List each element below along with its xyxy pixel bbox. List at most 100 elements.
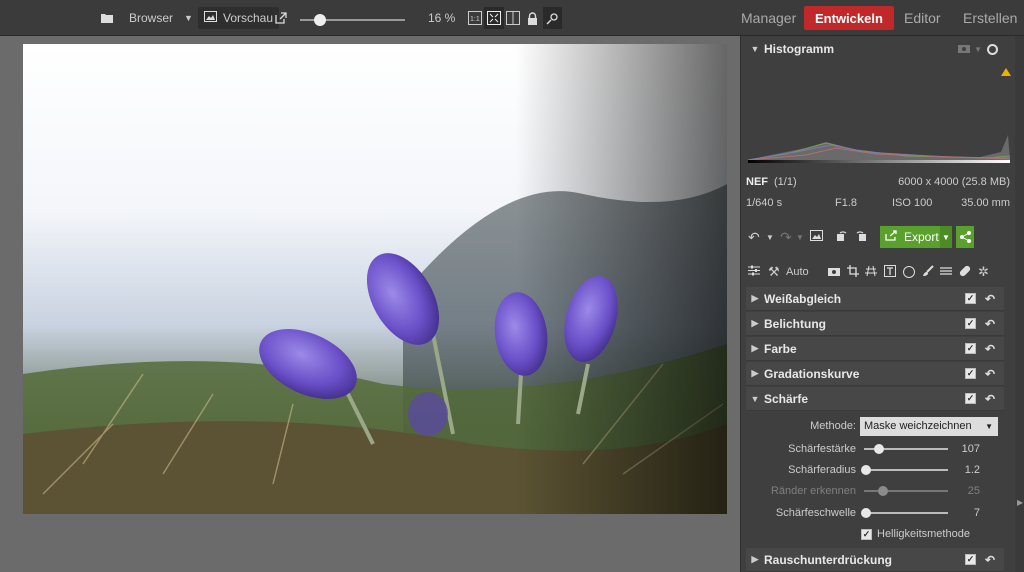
rotate-right-icon[interactable] [854, 229, 867, 245]
share-button[interactable] [956, 226, 974, 248]
rotate-left-icon[interactable] [836, 229, 849, 245]
slider-value: 25 [967, 485, 980, 497]
gradient-filter-icon[interactable] [940, 265, 952, 280]
reset-icon[interactable]: ↶ [985, 367, 995, 381]
image-compare-icon[interactable] [810, 230, 823, 244]
image-icon [204, 11, 217, 25]
healing-icon[interactable] [959, 265, 971, 280]
enable-checkbox[interactable]: ✓ [965, 393, 976, 404]
share-out-icon [885, 230, 898, 244]
section-label: Rauschunterdrückung [764, 552, 893, 567]
enable-checkbox[interactable]: ✓ [965, 368, 976, 379]
fit-screen-icon[interactable] [484, 7, 504, 29]
one-to-one-icon[interactable]: 1:1 [468, 0, 482, 36]
text-tool-icon[interactable] [884, 264, 896, 280]
chevron-right-icon[interactable]: ▶ [746, 554, 764, 565]
perspective-icon[interactable] [865, 265, 877, 280]
slider-knob[interactable] [874, 444, 885, 454]
external-open-icon[interactable] [275, 0, 287, 36]
reset-icon[interactable]: ↶ [985, 392, 995, 406]
enable-checkbox[interactable]: ✓ [965, 343, 976, 354]
chevron-right-icon[interactable]: ▶ [746, 293, 764, 304]
reset-icon[interactable]: ↶ [985, 342, 995, 356]
tools-row: ⚒ Auto ✲ [746, 262, 1004, 282]
chevron-down-icon[interactable]: ▼ [796, 233, 804, 242]
histogram-header[interactable]: ▼ Histogramm ▼ [746, 37, 1004, 61]
zoom-slider-knob[interactable] [314, 14, 326, 26]
file-dimensions: 6000 x 4000 (25.8 MB) [898, 176, 1010, 188]
method-label: Methode: [810, 420, 856, 432]
reset-icon[interactable]: ↶ [985, 317, 995, 331]
browser-button[interactable]: Browser [129, 0, 173, 36]
photo-preview[interactable] [23, 44, 727, 514]
slider-track[interactable] [861, 465, 948, 475]
radial-filter-icon[interactable] [903, 266, 915, 278]
record-icon[interactable] [987, 43, 998, 55]
tab-create[interactable]: Erstellen [963, 0, 1017, 36]
file-info-row: NEF (1/1) 6000 x 4000 (25.8 MB) [746, 172, 1010, 192]
section-label: Farbe [764, 341, 797, 356]
slider-track[interactable] [861, 508, 948, 518]
chevron-down-icon[interactable]: ▼ [746, 44, 764, 54]
tab-develop[interactable]: Entwickeln [804, 6, 894, 30]
file-index: (1/1) [774, 176, 797, 188]
slider-knob[interactable] [877, 486, 888, 496]
section-exposure[interactable]: ▶ Belichtung ✓ ↶ [746, 312, 1004, 336]
search-person-icon[interactable] [543, 7, 562, 29]
slider-row: Schärfestärke 107 [746, 439, 1004, 459]
section-noise-reduction[interactable]: ▶ Rauschunterdrückung ✓ ↶ [746, 548, 1004, 572]
brightness-method-row: ✓ Helligkeitsmethode [746, 524, 1004, 544]
chevron-right-icon[interactable]: ▶ [1017, 498, 1023, 507]
redo-icon[interactable]: ↷ [780, 229, 792, 246]
slider-row: Ränder erkennen 25 [746, 481, 1004, 501]
slider-knob[interactable] [861, 508, 871, 518]
magic-wand-icon[interactable]: ⚒ [768, 264, 780, 280]
export-label: Export [904, 230, 939, 244]
chevron-down-icon[interactable]: ▼ [184, 0, 193, 36]
preview-button[interactable]: Vorschau [198, 7, 280, 29]
enable-checkbox[interactable]: ✓ [965, 554, 976, 565]
slider-value: 7 [973, 507, 980, 519]
section-sharpness[interactable]: ▼ Schärfe ✓ ↶ [746, 387, 1004, 411]
enable-checkbox[interactable]: ✓ [965, 293, 976, 304]
reset-icon[interactable]: ↶ [985, 553, 995, 567]
histogram-graph [746, 60, 1012, 168]
brightness-method-checkbox[interactable]: ✓ [861, 528, 872, 540]
undo-icon[interactable]: ↶ [748, 229, 760, 246]
method-select[interactable]: Maske weichzeichnen ▼ [860, 416, 998, 436]
tab-manager[interactable]: Manager [741, 0, 796, 36]
slider-row: Schärfeschwelle 7 [746, 503, 1004, 523]
auto-button[interactable]: Auto [786, 266, 809, 278]
adjustments-icon[interactable] [748, 265, 760, 279]
export-dropdown-button[interactable]: ▼ [940, 226, 952, 248]
chevron-down-icon[interactable]: ▼ [766, 233, 774, 242]
section-white-balance[interactable]: ▶ Weißabgleich ✓ ↶ [746, 287, 1004, 311]
enable-checkbox[interactable]: ✓ [965, 318, 976, 329]
gear-icon[interactable]: ✲ [978, 264, 989, 280]
chevron-right-icon[interactable]: ▶ [746, 343, 764, 354]
folder-icon[interactable] [100, 0, 114, 36]
section-color[interactable]: ▶ Farbe ✓ ↶ [746, 337, 1004, 361]
zoom-slider[interactable] [300, 14, 405, 26]
camera-icon[interactable] [958, 43, 970, 56]
section-curves[interactable]: ▶ Gradationskurve ✓ ↶ [746, 362, 1004, 386]
chevron-down-icon[interactable]: ▼ [746, 394, 764, 404]
slider-knob[interactable] [861, 465, 871, 475]
chevron-right-icon[interactable]: ▶ [746, 318, 764, 329]
brush-icon[interactable] [922, 264, 934, 280]
compare-icon[interactable] [506, 0, 520, 36]
tab-editor[interactable]: Editor [904, 0, 941, 36]
chevron-down-icon[interactable]: ▼ [974, 45, 982, 54]
slider-track[interactable] [864, 444, 948, 454]
preview-label: Vorschau [223, 11, 274, 25]
method-value: Maske weichzeichnen [864, 420, 972, 432]
camera-tool-icon[interactable] [828, 266, 840, 279]
crop-icon[interactable] [847, 264, 859, 280]
file-format: NEF [746, 176, 768, 188]
panel-scrollbar[interactable]: ▶ [1015, 36, 1024, 572]
lock-icon[interactable] [527, 0, 538, 36]
slider-track[interactable] [864, 486, 948, 496]
reset-icon[interactable]: ↶ [985, 292, 995, 306]
iso: ISO 100 [892, 197, 933, 209]
chevron-right-icon[interactable]: ▶ [746, 368, 764, 379]
